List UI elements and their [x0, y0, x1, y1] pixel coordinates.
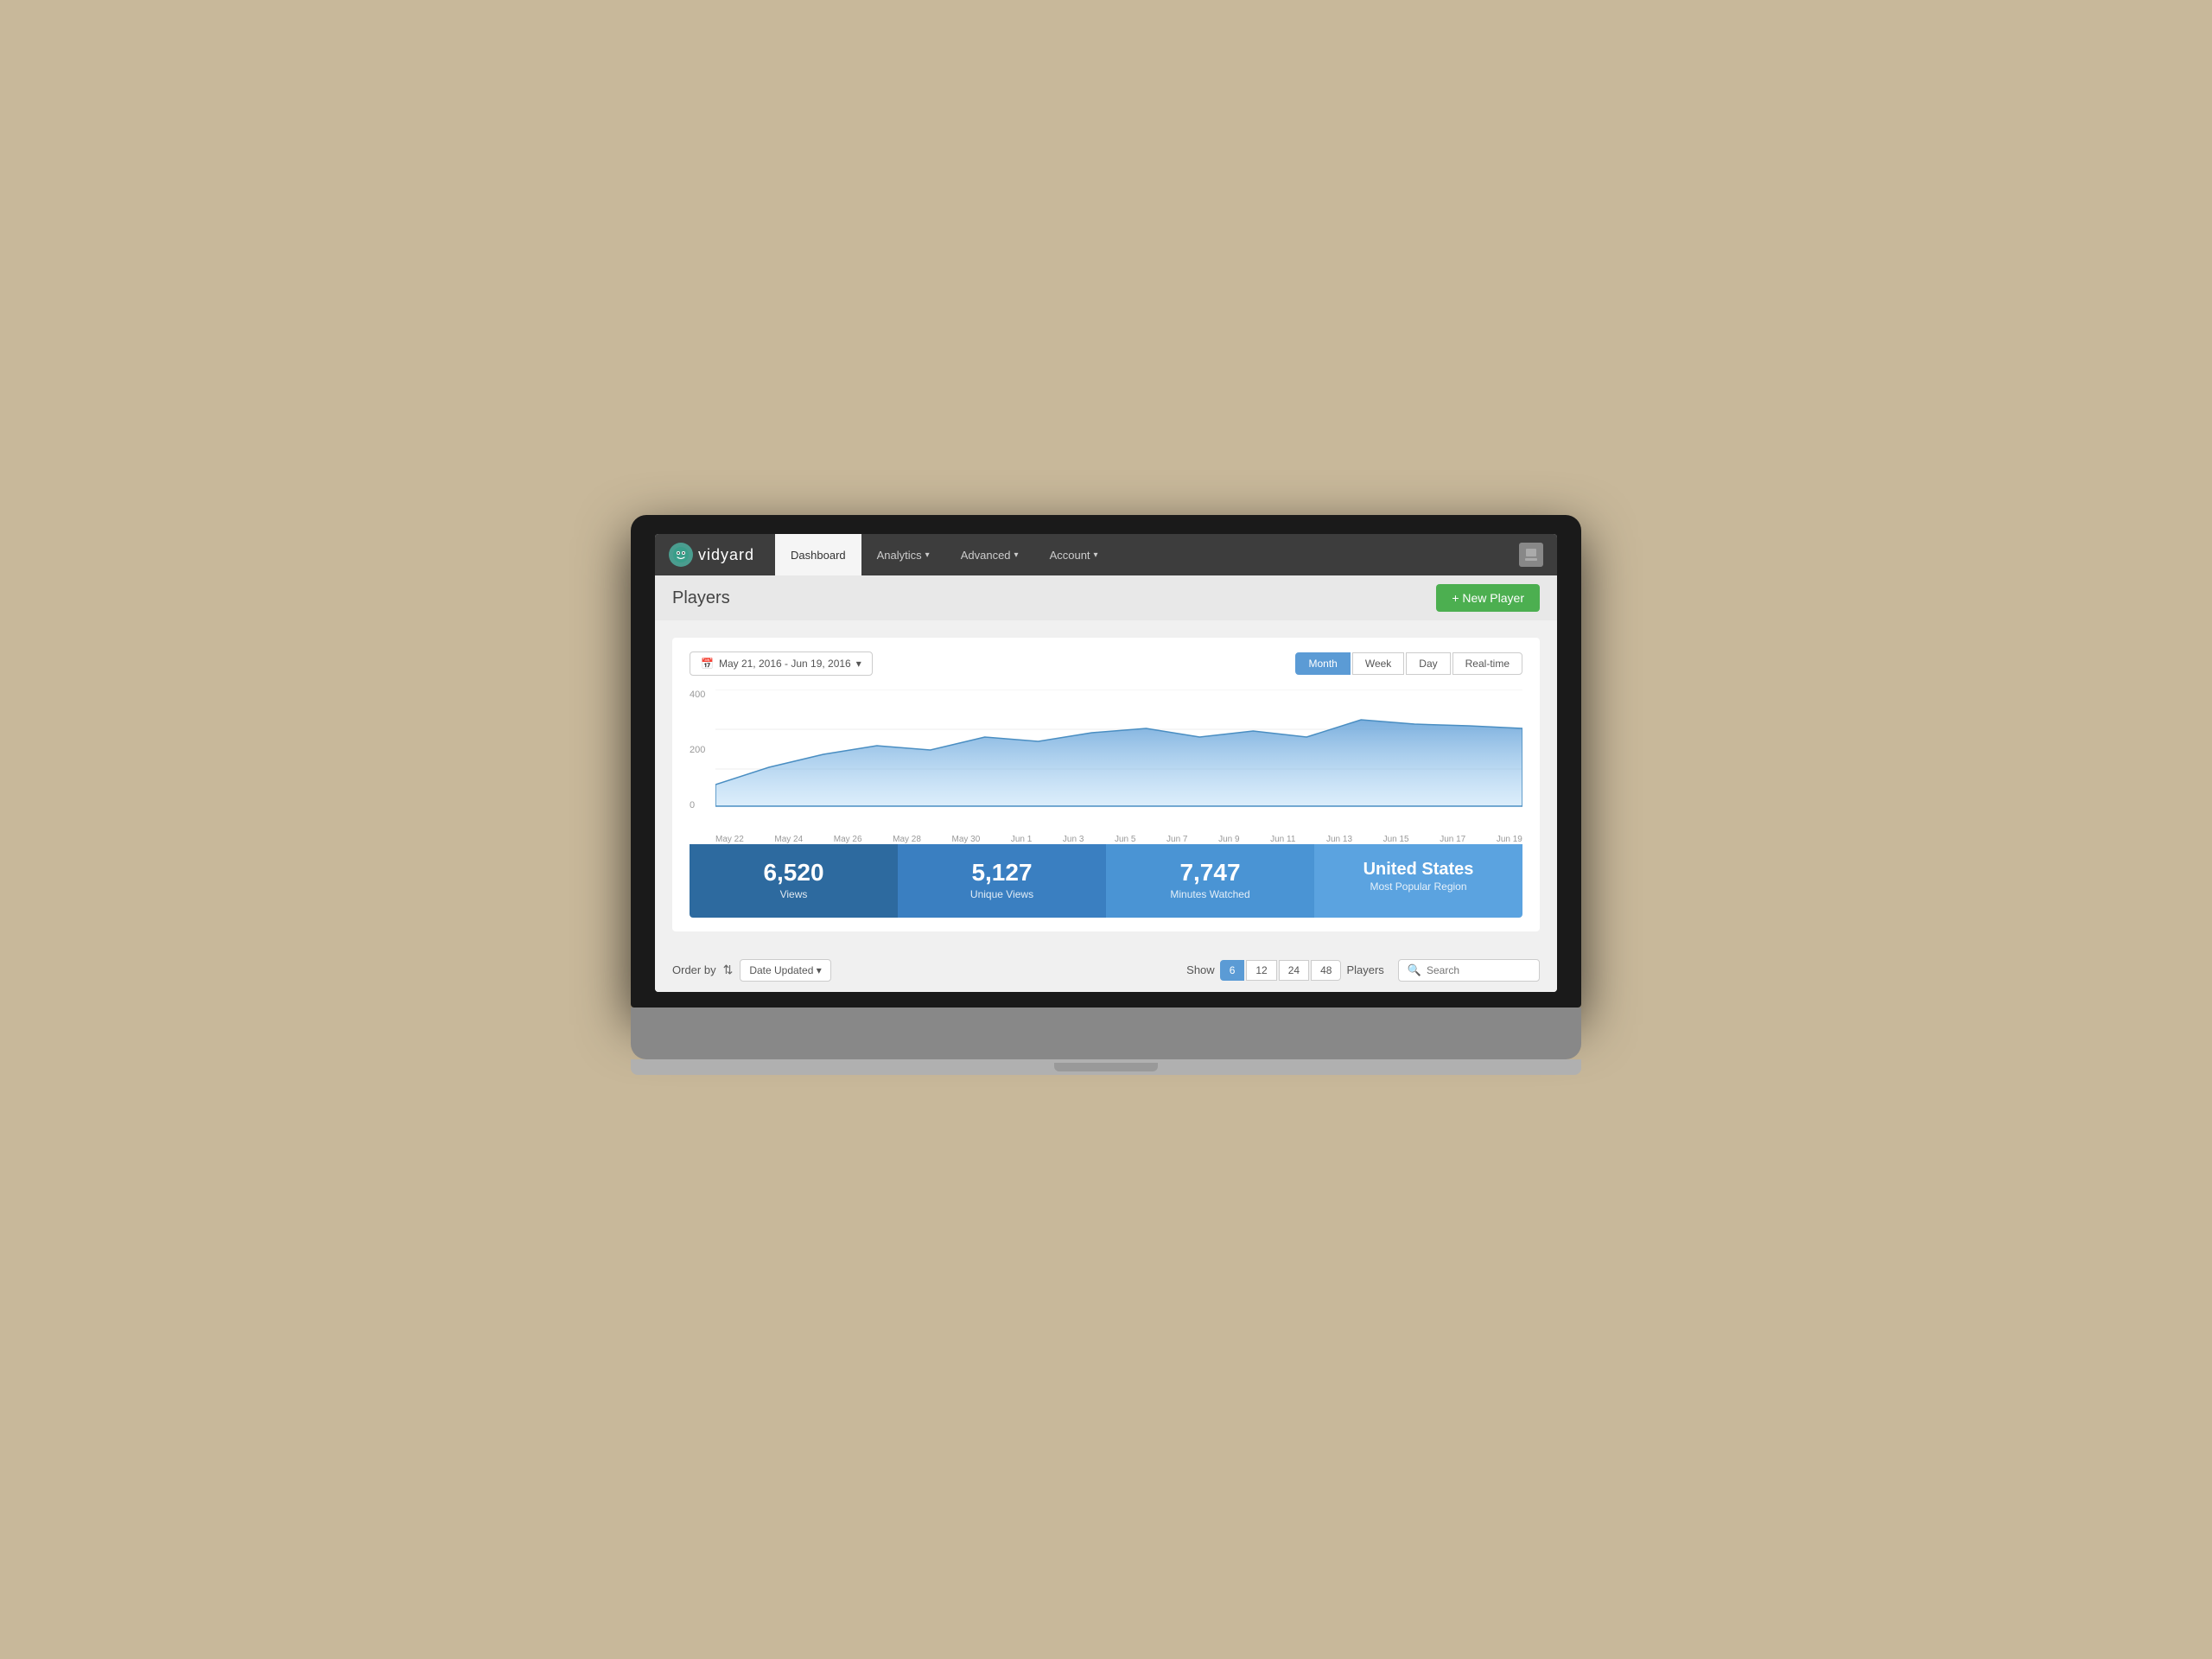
stat-region-value: United States [1332, 860, 1505, 879]
x-label-8: Jun 7 [1166, 835, 1187, 844]
show-section: Show 6 12 24 48 Players [1186, 960, 1384, 981]
chevron-down-icon: ▾ [1094, 550, 1098, 560]
x-labels: May 22 May 24 May 26 May 28 May 30 Jun 1… [715, 835, 1522, 844]
search-icon: 🔍 [1408, 963, 1421, 977]
y-label-0: 0 [690, 800, 705, 810]
show-btn-48[interactable]: 48 [1311, 960, 1341, 981]
show-buttons: 6 12 24 48 [1220, 960, 1342, 981]
chevron-down-icon: ▾ [817, 964, 822, 976]
stats-row: 6,520 Views 5,127 Unique Views 7,747 Min… [690, 844, 1522, 918]
laptop-base [631, 1059, 1581, 1075]
x-label-3: May 28 [893, 835, 921, 844]
screen-bezel: vidyard Dashboard Analytics ▾ Advanced ▾ [631, 515, 1581, 1007]
x-label-13: Jun 17 [1440, 835, 1465, 844]
chart-area: 400 200 0 [690, 690, 1522, 828]
area-chart [715, 690, 1522, 810]
show-btn-12[interactable]: 12 [1246, 960, 1276, 981]
avatar[interactable] [1519, 543, 1543, 567]
time-btn-day[interactable]: Day [1406, 652, 1450, 675]
stat-minutes-label: Minutes Watched [1170, 888, 1249, 900]
stat-region-label: Most Popular Region [1370, 880, 1466, 893]
date-range-label: May 21, 2016 - Jun 19, 2016 [719, 658, 851, 670]
main-content: 📅 May 21, 2016 - Jun 19, 2016 ▾ Month We… [655, 620, 1557, 949]
x-label-4: May 30 [952, 835, 981, 844]
nav-bar: vidyard Dashboard Analytics ▾ Advanced ▾ [655, 534, 1557, 575]
time-btn-month[interactable]: Month [1295, 652, 1350, 675]
date-range-picker[interactable]: 📅 May 21, 2016 - Jun 19, 2016 ▾ [690, 652, 873, 676]
date-updated-dropdown[interactable]: Date Updated ▾ [740, 959, 830, 982]
stat-unique-label: Unique Views [970, 888, 1033, 900]
nav-tab-dashboard[interactable]: Dashboard [775, 534, 861, 575]
y-label-200: 200 [690, 745, 705, 755]
keyboard [631, 1007, 1581, 1059]
nav-tab-advanced[interactable]: Advanced ▾ [945, 534, 1034, 575]
x-label-2: May 26 [834, 835, 862, 844]
search-box: 🔍 [1398, 959, 1540, 982]
nav-tabs: Dashboard Analytics ▾ Advanced ▾ Account… [775, 534, 1519, 575]
x-label-14: Jun 19 [1497, 835, 1522, 844]
x-label-11: Jun 13 [1326, 835, 1352, 844]
show-btn-6[interactable]: 6 [1220, 960, 1245, 981]
chart-card: 📅 May 21, 2016 - Jun 19, 2016 ▾ Month We… [672, 638, 1540, 931]
stat-minutes-number: 7,747 [1123, 860, 1297, 887]
stat-unique-views: 5,127 Unique Views [898, 844, 1106, 918]
logo-icon [669, 543, 693, 567]
order-by-label: Order by [672, 963, 716, 976]
nav-tab-account[interactable]: Account ▾ [1034, 534, 1114, 575]
screen: vidyard Dashboard Analytics ▾ Advanced ▾ [655, 534, 1557, 992]
x-label-5: Jun 1 [1011, 835, 1032, 844]
search-input[interactable] [1427, 964, 1530, 976]
time-btn-week[interactable]: Week [1352, 652, 1404, 675]
sort-icon: ⇅ [723, 963, 734, 977]
x-label-9: Jun 9 [1218, 835, 1239, 844]
stat-region: United States Most Popular Region [1314, 844, 1522, 918]
nav-tab-analytics[interactable]: Analytics ▾ [861, 534, 945, 575]
chart-y-labels: 400 200 0 [690, 690, 710, 828]
x-label-6: Jun 3 [1063, 835, 1084, 844]
chevron-down-icon: ▾ [925, 550, 930, 560]
chevron-down-icon: ▾ [856, 658, 861, 670]
x-label-1: May 24 [774, 835, 803, 844]
stat-unique-number: 5,127 [915, 860, 1089, 887]
nav-right [1519, 543, 1543, 567]
time-btn-realtime[interactable]: Real-time [1452, 652, 1522, 675]
chevron-down-icon: ▾ [1014, 550, 1019, 560]
stat-views: 6,520 Views [690, 844, 898, 918]
laptop-container: vidyard Dashboard Analytics ▾ Advanced ▾ [631, 515, 1581, 1075]
laptop-hinge [1054, 1063, 1158, 1071]
stat-minutes: 7,747 Minutes Watched [1106, 844, 1314, 918]
show-btn-24[interactable]: 24 [1279, 960, 1309, 981]
players-label: Players [1346, 963, 1383, 976]
logo: vidyard [669, 543, 754, 567]
y-label-400: 400 [690, 690, 705, 700]
x-label-7: Jun 5 [1115, 835, 1135, 844]
sub-header: Players + New Player [655, 575, 1557, 620]
x-label-0: May 22 [715, 835, 744, 844]
new-player-button[interactable]: + New Player [1436, 584, 1540, 612]
x-label-12: Jun 15 [1383, 835, 1409, 844]
stat-views-number: 6,520 [707, 860, 880, 887]
calendar-icon: 📅 [701, 658, 714, 670]
order-by-section: Order by ⇅ Date Updated ▾ [672, 959, 831, 982]
time-range-buttons: Month Week Day Real-time [1295, 652, 1522, 675]
chart-svg-wrapper [715, 690, 1522, 828]
page-title: Players [672, 588, 730, 608]
bottom-controls: Order by ⇅ Date Updated ▾ Show 6 12 24 4… [655, 949, 1557, 992]
show-label: Show [1186, 963, 1215, 976]
x-label-10: Jun 11 [1270, 835, 1295, 844]
chart-controls: 📅 May 21, 2016 - Jun 19, 2016 ▾ Month We… [690, 652, 1522, 676]
stat-views-label: Views [780, 888, 808, 900]
logo-text: vidyard [698, 546, 754, 564]
